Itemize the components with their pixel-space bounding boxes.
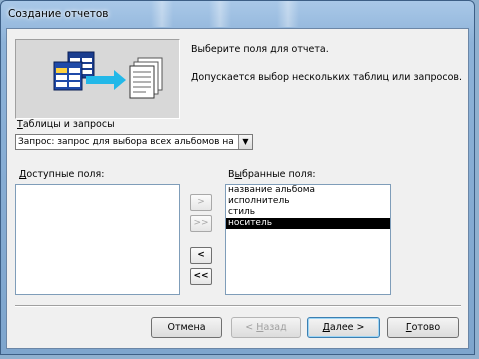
report-wizard-window: Создание отчетов Выберите поля для отчет… <box>0 0 475 355</box>
button-text: алее > <box>329 322 365 333</box>
dialog-client-area: Выберите поля для отчета. Допускается вы… <box>6 28 469 349</box>
title-bar[interactable]: Создание отчетов <box>1 1 474 27</box>
divider <box>15 305 461 307</box>
list-item[interactable]: стиль <box>226 207 390 218</box>
glass-streak <box>151 1 173 27</box>
add-all-fields-button[interactable]: >> <box>190 215 212 232</box>
wizard-illustration <box>53 51 163 99</box>
remove-all-fields-button[interactable]: << <box>190 268 212 285</box>
back-button[interactable]: < Назад <box>231 317 301 338</box>
tables-queries-label: Таблицы и запросы <box>17 119 115 130</box>
cancel-button[interactable]: Отмена <box>151 317 222 338</box>
combobox-value: Запрос: запрос для выбора всех альбомов … <box>18 137 236 147</box>
list-item[interactable]: исполнитель <box>226 196 390 207</box>
next-button[interactable]: Далее > <box>307 317 380 338</box>
instruction-line-1: Выберите поля для отчета. <box>191 44 329 55</box>
available-fields-label: Доступные поля: <box>19 169 104 180</box>
label-text: аблицы и запросы <box>22 119 115 130</box>
label-accesskey: ы <box>234 169 243 180</box>
available-fields-listbox[interactable] <box>15 184 180 295</box>
tables-to-report-icon <box>15 39 180 119</box>
button-text: отово <box>411 322 441 333</box>
selected-fields-listbox[interactable]: название альбома исполнитель стиль носит… <box>225 184 391 295</box>
remove-field-button[interactable]: < <box>190 247 212 264</box>
label-text: бранные поля: <box>242 169 316 180</box>
button-text: азад <box>263 322 287 333</box>
selected-fields-label: Выбранные поля: <box>228 169 316 180</box>
instruction-line-2: Допускается выбор нескольких таблиц или … <box>191 72 463 83</box>
window-title: Создание отчетов <box>8 8 109 20</box>
tables-queries-combobox[interactable]: Запрос: запрос для выбора всех альбомов … <box>15 134 253 150</box>
glass-streak <box>209 1 231 27</box>
chevron-down-icon[interactable]: ▼ <box>238 135 252 149</box>
button-text: < <box>245 322 257 333</box>
list-item[interactable]: название альбома <box>226 185 390 196</box>
add-field-button[interactable]: > <box>190 194 212 211</box>
list-item-selected[interactable]: носитель <box>226 218 390 229</box>
glass-streak <box>277 1 299 27</box>
finish-button[interactable]: Готово <box>387 317 459 338</box>
label-text: оступные поля: <box>26 169 105 180</box>
button-accesskey: Д <box>322 322 330 333</box>
